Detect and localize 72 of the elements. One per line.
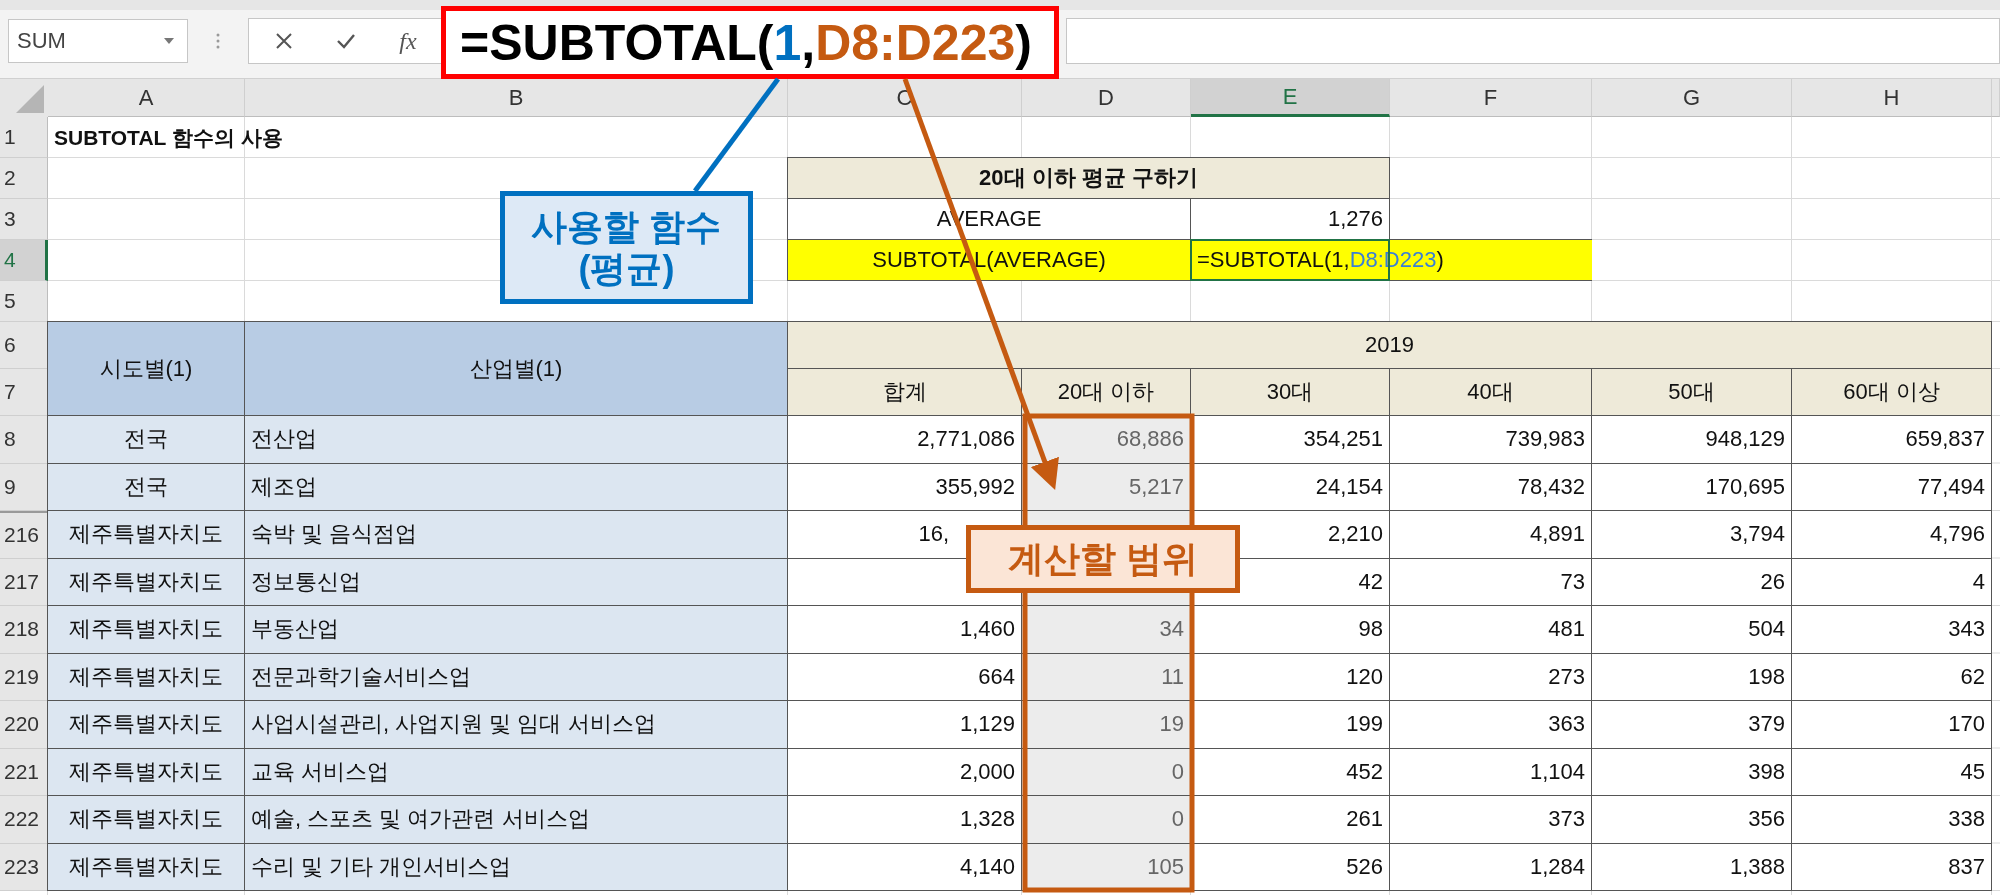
table-cell: 전문과학기술서비스업 bbox=[244, 652, 788, 701]
table-cell: 659,837 bbox=[1791, 415, 1992, 464]
column-header[interactable]: F bbox=[1390, 79, 1592, 117]
table-cell: 제주특별자치도 bbox=[47, 747, 245, 796]
table-cell: 0 bbox=[1021, 795, 1191, 844]
table-title: 20대 이하 평균 구하기 bbox=[787, 157, 1390, 199]
column-heading: 시도별(1) bbox=[47, 321, 245, 416]
row-header[interactable]: 6 bbox=[0, 322, 48, 369]
table-cell: 338 bbox=[1791, 795, 1992, 844]
row-header[interactable]: 9 bbox=[0, 463, 48, 511]
column-header[interactable]: E bbox=[1191, 79, 1390, 117]
table-cell: 수리 및 기타 개인서비스업 bbox=[244, 842, 788, 891]
row-header[interactable]: 216 bbox=[0, 511, 48, 559]
name-box[interactable]: SUM bbox=[8, 19, 188, 63]
row-header[interactable]: 218 bbox=[0, 606, 48, 654]
table-cell: 837 bbox=[1791, 842, 1992, 891]
column-header[interactable]: A bbox=[48, 79, 245, 117]
sheet-title: SUBTOTAL 함수의 사용 bbox=[53, 124, 284, 151]
table-cell: 34 bbox=[1021, 605, 1191, 654]
row-header[interactable]: 221 bbox=[0, 748, 48, 796]
table-cell: 예술, 스포츠 및 여가관련 서비스업 bbox=[244, 795, 788, 844]
row-header[interactable]: 222 bbox=[0, 796, 48, 844]
table-cell: 전산업 bbox=[244, 415, 788, 464]
column-heading: 50대 bbox=[1591, 368, 1792, 416]
column-header[interactable]: G bbox=[1592, 79, 1792, 117]
row-header[interactable]: 3 bbox=[0, 199, 48, 240]
table-cell: 교육 서비스업 bbox=[244, 747, 788, 796]
caret-icon bbox=[163, 37, 175, 45]
table-cell: 제주특별자치도 bbox=[47, 510, 245, 559]
year-heading: 2019 bbox=[787, 321, 1992, 369]
row-header[interactable]: 1 bbox=[0, 117, 48, 158]
column-heading: 합계 bbox=[787, 368, 1022, 416]
table-cell: 제주특별자치도 bbox=[47, 700, 245, 749]
range-callout: 계산할 범위 bbox=[966, 525, 1240, 593]
table-cell: 제주특별자치도 bbox=[47, 557, 245, 606]
table-cell: 제조업 bbox=[244, 462, 788, 511]
row-header[interactable]: 220 bbox=[0, 701, 48, 749]
table-cell: 19 bbox=[1021, 700, 1191, 749]
function-callout: 사용할 함수 (평균) bbox=[500, 191, 753, 304]
checkmark-icon bbox=[336, 32, 356, 50]
table-cell: 숙박 및 음식점업 bbox=[244, 510, 788, 559]
table-cell: 사업시설관리, 사업지원 및 임대 서비스업 bbox=[244, 700, 788, 749]
table-cell: 전국 bbox=[47, 462, 245, 511]
row-header[interactable]: 8 bbox=[0, 416, 48, 464]
table-cell: 정보통신업 bbox=[244, 557, 788, 606]
column-header[interactable]: B bbox=[245, 79, 788, 117]
row-header[interactable]: 217 bbox=[0, 558, 48, 606]
table-cell: 제주특별자치도 bbox=[47, 605, 245, 654]
column-heading: 30대 bbox=[1190, 368, 1390, 416]
row-header[interactable]: 4 bbox=[0, 240, 48, 281]
row-header[interactable]: 219 bbox=[0, 653, 48, 701]
table-cell: 343 bbox=[1791, 605, 1992, 654]
close-icon bbox=[275, 32, 293, 50]
table-cell: 4,796 bbox=[1791, 510, 1992, 559]
table-cell: 제주특별자치도 bbox=[47, 652, 245, 701]
table-cell: 제주특별자치도 bbox=[47, 842, 245, 891]
table-cell: 제주특별자치도 bbox=[47, 795, 245, 844]
table-cell: 전국 bbox=[47, 415, 245, 464]
table-cell: 170 bbox=[1791, 700, 1992, 749]
row-header[interactable]: 2 bbox=[0, 158, 48, 199]
column-header[interactable]: H bbox=[1792, 79, 1992, 117]
row-header[interactable]: 223 bbox=[0, 843, 48, 891]
column-heading: 40대 bbox=[1389, 368, 1592, 416]
column-heading: 60대 이상 bbox=[1791, 368, 1992, 416]
formula-callout: =SUBTOTAL(1,D8:D223) bbox=[441, 6, 1059, 79]
grip-icon bbox=[216, 32, 220, 50]
column-heading: 20대 이하 bbox=[1021, 368, 1191, 416]
row-header[interactable]: 5 bbox=[0, 281, 48, 322]
table-cell: 부동산업 bbox=[244, 605, 788, 654]
column-heading: 산업별(1) bbox=[244, 321, 788, 416]
column-header[interactable]: D bbox=[1022, 79, 1191, 117]
row-header[interactable]: 7 bbox=[0, 369, 48, 416]
